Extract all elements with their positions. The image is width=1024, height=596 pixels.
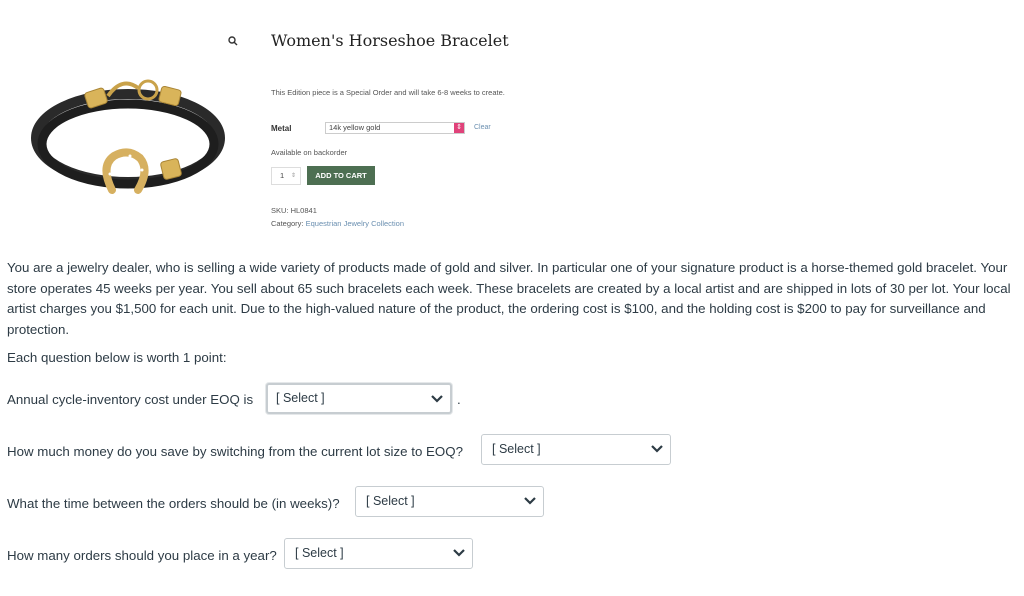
horseshoe-bracelet-image	[31, 79, 225, 194]
question-1-text: Annual cycle-inventory cost under EOQ is	[7, 392, 254, 407]
answer-select-2[interactable]: [ Select ]	[481, 434, 671, 465]
question-1-suffix: .	[457, 392, 461, 407]
select-arrows-icon: ⇕	[454, 123, 464, 133]
answer-select-3-value: [ Select ]	[366, 494, 415, 508]
category-link[interactable]: Equestrian Jewelry Collection	[306, 219, 404, 228]
add-to-cart-button[interactable]: ADD TO CART	[307, 166, 375, 185]
chevron-down-icon	[651, 445, 663, 453]
answer-select-4-value: [ Select ]	[295, 546, 344, 560]
clear-link[interactable]: Clear	[474, 124, 491, 131]
availability-text: Available on backorder	[271, 148, 348, 157]
chevron-down-icon	[431, 395, 443, 403]
product-panel: Women's Horseshoe Bracelet This Edition …	[0, 0, 1024, 250]
question-3-text: What the time between the orders should …	[7, 496, 340, 511]
metal-select[interactable]: 14k yellow gold ⇕	[325, 122, 465, 134]
answer-select-2-value: [ Select ]	[492, 442, 541, 456]
question-2-text: How much money do you save by switching …	[7, 444, 463, 459]
search-icon[interactable]	[228, 36, 238, 46]
question-intro: You are a jewelry dealer, who is selling…	[7, 260, 1011, 338]
metal-label: Metal	[271, 124, 292, 133]
answer-select-3[interactable]: [ Select ]	[355, 486, 544, 517]
chevron-down-icon	[524, 497, 536, 505]
chevron-down-icon	[453, 549, 465, 557]
product-sku: SKU: HL0841	[271, 206, 317, 215]
quantity-value: 1	[280, 171, 285, 180]
stepper-arrows-icon: ⇕	[290, 173, 296, 179]
points-note: Each question below is worth 1 point:	[7, 350, 227, 365]
category-label: Category:	[271, 219, 304, 228]
product-category: Category: Equestrian Jewelry Collection	[271, 219, 404, 228]
metal-select-value: 14k yellow gold	[329, 123, 381, 132]
answer-select-1[interactable]: [ Select ]	[266, 383, 452, 414]
product-description: This Edition piece is a Special Order an…	[271, 88, 505, 97]
quantity-stepper[interactable]: 1 ⇕	[271, 167, 301, 185]
question-4-text: How many orders should you place in a ye…	[7, 548, 277, 563]
product-title: Women's Horseshoe Bracelet	[271, 31, 509, 50]
answer-select-4[interactable]: [ Select ]	[284, 538, 473, 569]
answer-select-1-value: [ Select ]	[276, 391, 325, 405]
